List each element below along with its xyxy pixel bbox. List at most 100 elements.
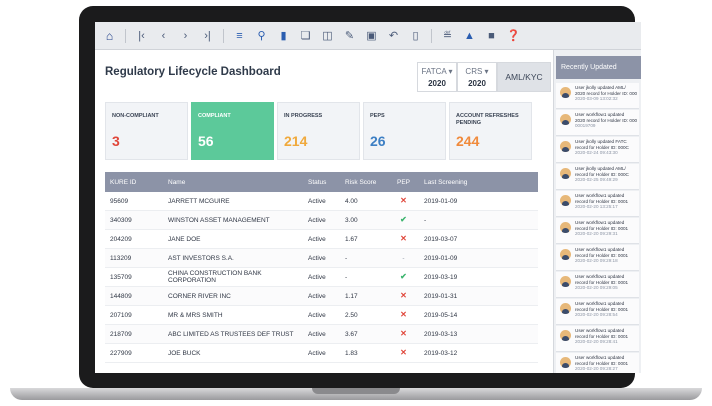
col-status[interactable]: Status: [303, 179, 340, 186]
search-icon[interactable]: ⚲: [255, 29, 268, 42]
cell-name: CORNER RIVER INC: [168, 292, 231, 300]
table-body: 95609 JARRETT MCGUIRE Active 4.00 ✕ 2019-01-0…: [105, 192, 538, 363]
col-name[interactable]: Name: [163, 179, 303, 186]
prev-icon[interactable]: ‹: [157, 29, 170, 42]
feed-line: User workflow1 updated: [575, 220, 625, 225]
move-icon[interactable]: ◫: [321, 29, 334, 42]
import-icon[interactable]: ■: [485, 29, 498, 42]
crs-filter[interactable]: CRS ▾ 2020: [457, 62, 497, 92]
toolbar-divider: [431, 28, 432, 43]
table-row[interactable]: 227909 JOE BUCK Active 1.83 ✕ 2019-03-12: [105, 344, 538, 363]
feed-item[interactable]: User workflow1 updated record for Holder …: [556, 299, 639, 325]
new-icon[interactable]: ▮: [277, 29, 290, 42]
cell-kure-id: 113209: [110, 254, 132, 262]
feed-text: User workflow1 updated record for Holder …: [575, 328, 628, 351]
cell-risk-score: 4.00: [345, 197, 358, 205]
card-non-compliant[interactable]: NON-COMPLIANT 3: [105, 102, 188, 160]
card-account-refreshes[interactable]: ACCOUNT REFRESHES PENDING 244: [449, 102, 532, 160]
table-row[interactable]: 204209 JANE DOE Active 1.67 ✕ 2019-03-07: [105, 230, 538, 249]
cell-last-screening: -: [424, 216, 427, 224]
feed-text: User jkolly updated AML/record for Holde…: [575, 166, 629, 189]
feed-item[interactable]: User workflow1 updated record for Holder …: [556, 218, 639, 244]
cell-pep: ✔: [388, 216, 419, 224]
cell-status: Active: [308, 235, 326, 243]
table-row[interactable]: 95609 JARRETT MCGUIRE Active 4.00 ✕ 2019-01-0…: [105, 192, 538, 211]
edit-icon[interactable]: ✎: [343, 29, 356, 42]
feed-item[interactable]: User jkolly updated AML/2020 record for …: [556, 83, 639, 109]
last-page-icon[interactable]: ›|: [201, 29, 214, 42]
feed-item[interactable]: User jkolly updated AML/record for Holde…: [556, 164, 639, 190]
cell-last-screening: 2019-03-13: [424, 330, 458, 338]
aml-kyc-filter[interactable]: AML/KYC: [497, 62, 551, 92]
cell-last-screening: 2019-01-31: [424, 292, 458, 300]
feed-timestamp: 00019709: [575, 123, 596, 128]
feed-line: User workflow1 updated: [575, 301, 625, 306]
cell-name: JANE DOE: [168, 235, 201, 243]
table-row[interactable]: 207109 MR & MRS SMITH Active 2.50 ✕ 2019-05-1…: [105, 306, 538, 325]
list-icon[interactable]: ≡: [233, 29, 246, 42]
col-risk-score[interactable]: Risk Score: [340, 179, 388, 186]
table-row[interactable]: 144809 CORNER RIVER INC Active 1.17 ✕ 2019-01…: [105, 287, 538, 306]
feed-item[interactable]: User workflow1 updated record for Holder …: [556, 326, 639, 352]
feed-item[interactable]: User workflow1 updated record for Holder …: [556, 191, 639, 217]
col-pep[interactable]: PEP: [388, 179, 419, 186]
feed-timestamp: 2020-02-20 09:29:05: [575, 285, 618, 290]
feed-text: User workflow1 updated 2020 record for Ho…: [575, 112, 637, 135]
crs-label: CRS ▾: [465, 66, 489, 76]
filter-icon[interactable]: ≝: [441, 29, 454, 42]
user-avatar-icon: [560, 195, 571, 206]
summary-cards: NON-COMPLIANT 3 COMPLIANT 56 IN PROGRESS…: [105, 102, 532, 160]
feed-text: User workflow1 updated record for Holder …: [575, 193, 628, 216]
help-icon[interactable]: ❓: [507, 29, 521, 42]
home-icon[interactable]: ⌂: [103, 29, 116, 43]
cell-status: Active: [308, 349, 326, 357]
copy-icon[interactable]: ❏: [299, 29, 312, 42]
export-icon[interactable]: ▲: [463, 29, 476, 42]
table-row[interactable]: 218709 ABC LIMITED AS TRUSTEES DEF TRUST A…: [105, 325, 538, 344]
fatca-filter[interactable]: FATCA ▾ 2020: [417, 62, 457, 92]
feed-timestamp: 2020-02-24 09:43:30: [575, 150, 618, 155]
feed-text: User jkolly updated FATC record for Holde…: [575, 139, 629, 162]
next-icon[interactable]: ›: [179, 29, 192, 42]
feed-item[interactable]: User jkolly updated FATC record for Holde…: [556, 137, 639, 163]
cell-last-screening: 2019-05-14: [424, 311, 458, 319]
table-row[interactable]: 135709 CHINA CONSTRUCTION BANK CORPORATIO…: [105, 268, 538, 287]
table-row[interactable]: 340309 WINSTON ASSET MANAGEMENT Active 3.00…: [105, 211, 538, 230]
feed-text: User workflow1 updated record for Holder …: [575, 247, 628, 270]
col-kure-id[interactable]: KURE ID: [105, 179, 163, 186]
feed-timestamp: 2020-03-09 13:02:32: [575, 96, 618, 101]
feed-timestamp: 2020-02-25 09:49:29: [575, 177, 618, 182]
cell-name: MR & MRS SMITH: [168, 311, 223, 319]
table-row[interactable]: 113209 AST INVESTORS S.A. Active - - 2019-01-…: [105, 249, 538, 268]
feed-timestamp: 2020-02-20 09:28:41: [575, 339, 618, 344]
card-compliant[interactable]: COMPLIANT 56: [191, 102, 274, 160]
feed-item[interactable]: User workflow1 updated 2020 record for Ho…: [556, 110, 639, 136]
cell-risk-score: -: [345, 254, 348, 262]
cell-kure-id: 204209: [110, 235, 132, 243]
toolbar-divider: [125, 28, 126, 43]
feed-item[interactable]: User workflow1 updated record for Holder …: [556, 353, 639, 373]
save-icon[interactable]: ▣: [365, 29, 378, 42]
pep-clear-icon: ✔: [400, 272, 407, 281]
feed-item[interactable]: User workflow1 updated record for Holder …: [556, 272, 639, 298]
card-value: 214: [284, 133, 308, 149]
cell-name: ABC LIMITED AS TRUSTEES DEF TRUST: [168, 330, 294, 338]
toolbar-divider: [223, 28, 224, 43]
feed-item[interactable]: User workflow1 updated record for Holder …: [556, 245, 639, 271]
card-in-progress[interactable]: IN PROGRESS 214: [277, 102, 360, 160]
card-peps[interactable]: PEPs 26: [363, 102, 446, 160]
col-last-screening[interactable]: Last Screening: [419, 179, 538, 186]
undo-icon[interactable]: ↶: [387, 29, 400, 42]
user-avatar-icon: [560, 357, 571, 368]
cell-name: WINSTON ASSET MANAGEMENT: [168, 216, 270, 224]
cell-status: Active: [308, 273, 326, 281]
card-label: PEPs: [370, 113, 385, 119]
pep-flag-icon: ✕: [400, 234, 407, 243]
aml-kyc-label: AML/KYC: [505, 72, 543, 82]
cell-pep: ✕: [388, 292, 419, 300]
delete-icon[interactable]: ▯: [409, 29, 422, 42]
cell-status: Active: [308, 216, 326, 224]
first-page-icon[interactable]: |‹: [135, 29, 148, 42]
filter-group: FATCA ▾ 2020 CRS ▾ 2020 AML/KYC: [417, 62, 551, 92]
page-title: Regulatory Lifecycle Dashboard: [105, 66, 281, 78]
